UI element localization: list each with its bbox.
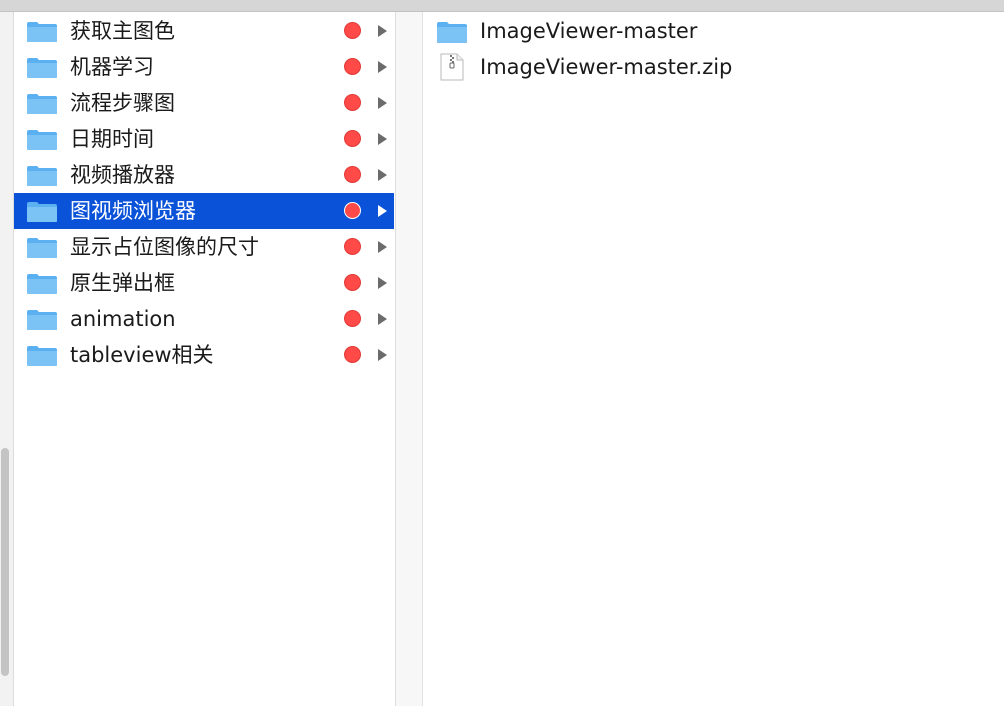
- chevron-right-icon[interactable]: [378, 169, 387, 181]
- folder-column: 获取主图色 机器学习 流程步骤图 日期时间 视频播放器 图视频浏览器 显示占位图…: [14, 12, 395, 706]
- chevron-right-icon[interactable]: [378, 133, 387, 145]
- red-tag-dot: [344, 22, 361, 39]
- folder-label: 获取主图色: [70, 19, 175, 43]
- folder-row[interactable]: 机器学习: [14, 49, 394, 85]
- folder-label: tableview相关: [70, 343, 214, 367]
- chevron-right-icon[interactable]: [378, 25, 387, 37]
- folder-label: 机器学习: [70, 55, 154, 79]
- red-tag-dot: [344, 310, 361, 327]
- folder-row[interactable]: tableview相关: [14, 337, 394, 373]
- folder-icon: [27, 22, 57, 42]
- red-tag-dot: [344, 202, 361, 219]
- red-tag-dot: [344, 346, 361, 363]
- zip-file-icon: [440, 53, 464, 81]
- contents-column: ImageViewer-master ImageViewer-master.zi…: [424, 12, 1004, 706]
- chevron-right-icon[interactable]: [378, 97, 387, 109]
- folder-label: animation: [70, 307, 176, 331]
- list-item[interactable]: ImageViewer-master.zip: [424, 49, 1004, 85]
- chevron-right-icon[interactable]: [378, 349, 387, 361]
- folder-label: 视频播放器: [70, 163, 175, 187]
- red-tag-dot: [344, 238, 361, 255]
- red-tag-dot: [344, 58, 361, 75]
- chevron-right-icon[interactable]: [378, 277, 387, 289]
- chevron-right-icon[interactable]: [378, 241, 387, 253]
- folder-label: 流程步骤图: [70, 91, 175, 115]
- column-divider[interactable]: [395, 12, 423, 706]
- folder-row[interactable]: 获取主图色: [14, 13, 394, 49]
- folder-icon: [27, 274, 57, 294]
- red-tag-dot: [344, 166, 361, 183]
- chevron-right-icon[interactable]: [378, 205, 387, 217]
- folder-icon: [27, 310, 57, 330]
- folder-icon: [437, 22, 467, 43]
- folder-label: 图视频浏览器: [70, 199, 196, 223]
- folder-row[interactable]: animation: [14, 301, 394, 337]
- chevron-right-icon[interactable]: [378, 313, 387, 325]
- folder-row[interactable]: 日期时间: [14, 121, 394, 157]
- folder-row[interactable]: 视频播放器: [14, 157, 394, 193]
- red-tag-dot: [344, 130, 361, 147]
- folder-label: 原生弹出框: [70, 271, 175, 295]
- file-label: ImageViewer-master.zip: [480, 55, 733, 79]
- folder-row-selected[interactable]: 图视频浏览器: [14, 193, 394, 229]
- folder-row[interactable]: 流程步骤图: [14, 85, 394, 121]
- scrollbar-thumb[interactable]: [1, 448, 9, 676]
- folder-row[interactable]: 显示占位图像的尺寸: [14, 229, 394, 265]
- window-top-edge: [0, 0, 1004, 12]
- folder-icon: [27, 202, 57, 222]
- folder-label: 日期时间: [70, 127, 154, 151]
- folder-icon: [27, 238, 57, 258]
- left-scroll-area: [0, 12, 14, 706]
- file-label: ImageViewer-master: [480, 19, 698, 43]
- folder-icon: [27, 94, 57, 114]
- folder-icon: [27, 346, 57, 366]
- list-item[interactable]: ImageViewer-master: [424, 13, 1004, 49]
- folder-icon: [27, 130, 57, 150]
- red-tag-dot: [344, 94, 361, 111]
- folder-label: 显示占位图像的尺寸: [70, 235, 259, 259]
- folder-row[interactable]: 原生弹出框: [14, 265, 394, 301]
- folder-icon: [27, 166, 57, 186]
- red-tag-dot: [344, 274, 361, 291]
- chevron-right-icon[interactable]: [378, 61, 387, 73]
- folder-icon: [27, 58, 57, 78]
